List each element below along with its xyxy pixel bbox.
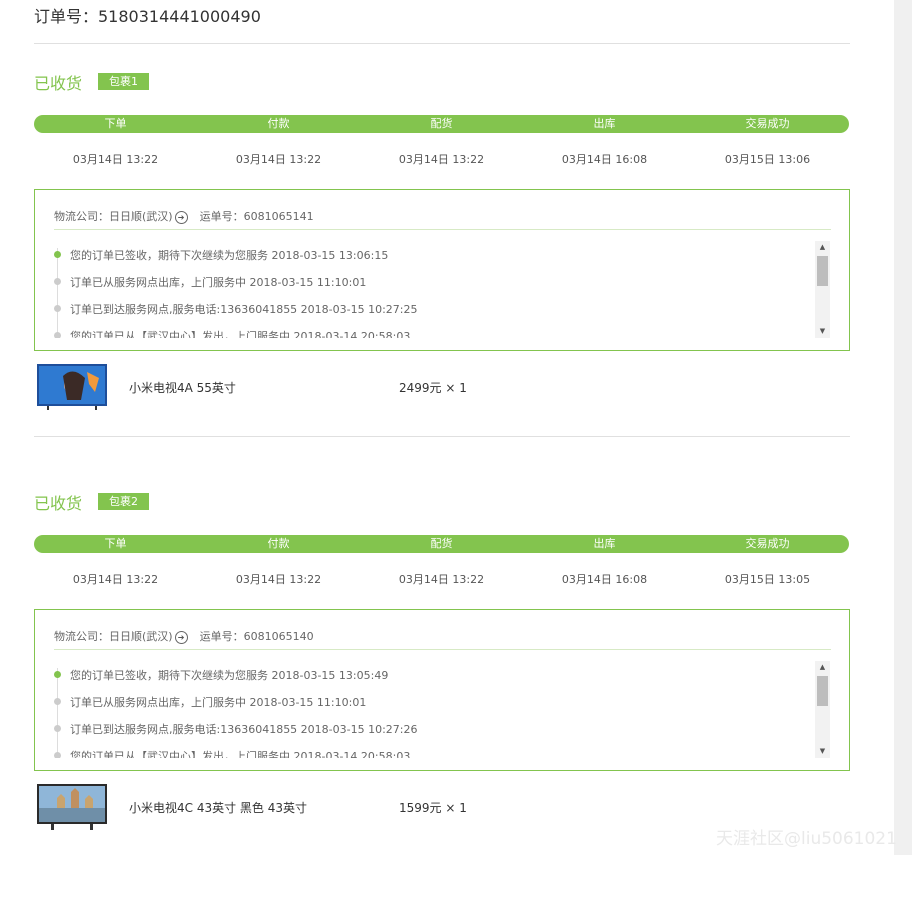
page-scrollbar[interactable] bbox=[894, 0, 912, 855]
order-number: 订单号：5180314441000490 bbox=[34, 7, 261, 26]
step-label: 配货 bbox=[430, 117, 453, 130]
package-divider bbox=[34, 436, 850, 437]
step-time: 03月14日 16:08 bbox=[561, 573, 648, 586]
package-status: 已收货 bbox=[34, 494, 83, 513]
step-label: 付款 bbox=[267, 537, 290, 550]
tracking-list: 您的订单已签收，期待下次继续为您服务 2018-03-15 13:06:15 订… bbox=[54, 241, 829, 338]
timeline-dot-icon bbox=[54, 752, 61, 758]
step-time: 03月14日 13:22 bbox=[398, 153, 485, 166]
tracking-text: 订单已到达服务网点,服务电话:13636041855 2018-03-15 10… bbox=[70, 303, 418, 316]
step-time: 03月14日 13:22 bbox=[235, 153, 322, 166]
step-time: 03月14日 16:08 bbox=[561, 153, 648, 166]
watermark: 天涯社区@liu5061021 bbox=[716, 829, 897, 849]
scroll-thumb[interactable] bbox=[817, 256, 828, 286]
step-time: 03月14日 13:22 bbox=[72, 153, 159, 166]
tracking-list: 您的订单已签收，期待下次继续为您服务 2018-03-15 13:05:49 订… bbox=[54, 661, 829, 758]
logistics-divider bbox=[54, 649, 831, 650]
step-time: 03月14日 13:22 bbox=[235, 573, 322, 586]
timeline-dot-icon bbox=[54, 332, 61, 338]
timeline-dot-icon bbox=[54, 278, 61, 285]
triangle-up-icon[interactable]: ▲ bbox=[815, 241, 830, 254]
step-label: 下单 bbox=[104, 117, 127, 130]
timeline-line bbox=[57, 668, 58, 758]
waybill-label: 运单号： bbox=[199, 630, 244, 643]
timeline-dot-icon bbox=[54, 251, 61, 258]
tracking-scrollbar[interactable]: ▲ ▼ bbox=[815, 661, 830, 758]
step-label: 下单 bbox=[104, 537, 127, 550]
logistics-panel: 物流公司：日日顺(武汉) ➔ 运单号：6081065141 您的订单已签收，期待下次… bbox=[34, 189, 850, 351]
timeline-dot-icon bbox=[54, 671, 61, 678]
logistics-info: 物流公司：日日顺(武汉) ➔ 运单号：6081065141 bbox=[54, 208, 314, 224]
step-time: 03月14日 13:22 bbox=[72, 573, 159, 586]
tracking-text: 订单已从服务网点出库，上门服务中 2018-03-15 11:10:01 bbox=[70, 276, 367, 289]
product-price: 2499元 × 1 bbox=[399, 381, 467, 395]
step-label: 交易成功 bbox=[745, 117, 790, 130]
progress-steps-bar: 下单 付款 配货 出库 交易成功 bbox=[34, 115, 849, 133]
step-time: 03月14日 13:22 bbox=[398, 573, 485, 586]
timeline-line bbox=[57, 248, 58, 338]
product-name[interactable]: 小米电视4C 43英寸 黑色 43英寸 bbox=[129, 799, 307, 816]
timeline-dot-icon bbox=[54, 698, 61, 705]
package-badge: 包裹2 bbox=[98, 493, 149, 510]
package-1: 已收货 包裹1 下单 付款 配货 出库 交易成功 03月14日 13:22 03… bbox=[34, 70, 850, 490]
step-label: 交易成功 bbox=[745, 537, 790, 550]
package-status: 已收货 bbox=[34, 74, 83, 93]
step-label: 配货 bbox=[430, 537, 453, 550]
company-name[interactable]: 日日顺(武汉) bbox=[109, 630, 173, 643]
product-price: 1599元 × 1 bbox=[399, 801, 467, 815]
triangle-down-icon[interactable]: ▼ bbox=[815, 745, 830, 758]
timeline-dot-icon bbox=[54, 725, 61, 732]
waybill-number: 6081065140 bbox=[243, 630, 314, 643]
tracking-scrollbar[interactable]: ▲ ▼ bbox=[815, 241, 830, 338]
company-name[interactable]: 日日顺(武汉) bbox=[109, 210, 173, 223]
tracking-text: 您的订单已从【武汉中心】发出，上门服务中 2018-03-14 20:58:03 bbox=[70, 330, 411, 338]
progress-steps-bar: 下单 付款 配货 出库 交易成功 bbox=[34, 535, 849, 553]
product-image[interactable] bbox=[37, 364, 107, 410]
package-badge: 包裹1 bbox=[98, 73, 149, 90]
product-row: 小米电视4A 55英寸 2499元 × 1 bbox=[34, 364, 850, 414]
waybill-label: 运单号： bbox=[199, 210, 244, 223]
step-label: 付款 bbox=[267, 117, 290, 130]
step-label: 出库 bbox=[593, 537, 616, 550]
triangle-up-icon[interactable]: ▲ bbox=[815, 661, 830, 674]
product-name[interactable]: 小米电视4A 55英寸 bbox=[129, 379, 236, 396]
scroll-thumb[interactable] bbox=[817, 676, 828, 706]
timeline-dot-icon bbox=[54, 305, 61, 312]
arrow-right-circle-icon[interactable]: ➔ bbox=[174, 210, 188, 224]
company-label: 物流公司： bbox=[54, 630, 109, 643]
tracking-text: 订单已从服务网点出库，上门服务中 2018-03-15 11:10:01 bbox=[70, 696, 367, 709]
tracking-text: 您的订单已从【武汉中心】发出，上门服务中 2018-03-14 20:58:03 bbox=[70, 750, 411, 758]
header-divider bbox=[34, 43, 850, 44]
triangle-down-icon[interactable]: ▼ bbox=[815, 325, 830, 338]
step-label: 出库 bbox=[593, 117, 616, 130]
product-image[interactable] bbox=[37, 784, 107, 830]
tracking-text: 您的订单已签收，期待下次继续为您服务 2018-03-15 13:05:49 bbox=[70, 669, 389, 682]
logistics-divider bbox=[54, 229, 831, 230]
arrow-right-circle-icon[interactable]: ➔ bbox=[174, 630, 188, 644]
waybill-number: 6081065141 bbox=[243, 210, 314, 223]
step-time: 03月15日 13:05 bbox=[724, 573, 811, 586]
tracking-text: 您的订单已签收，期待下次继续为您服务 2018-03-15 13:06:15 bbox=[70, 249, 389, 262]
step-time: 03月15日 13:06 bbox=[724, 153, 811, 166]
company-label: 物流公司： bbox=[54, 210, 109, 223]
logistics-panel: 物流公司：日日顺(武汉) ➔ 运单号：6081065140 您的订单已签收，期待下次… bbox=[34, 609, 850, 771]
tracking-text: 订单已到达服务网点,服务电话:13636041855 2018-03-15 10… bbox=[70, 723, 418, 736]
logistics-info: 物流公司：日日顺(武汉) ➔ 运单号：6081065140 bbox=[54, 628, 314, 644]
